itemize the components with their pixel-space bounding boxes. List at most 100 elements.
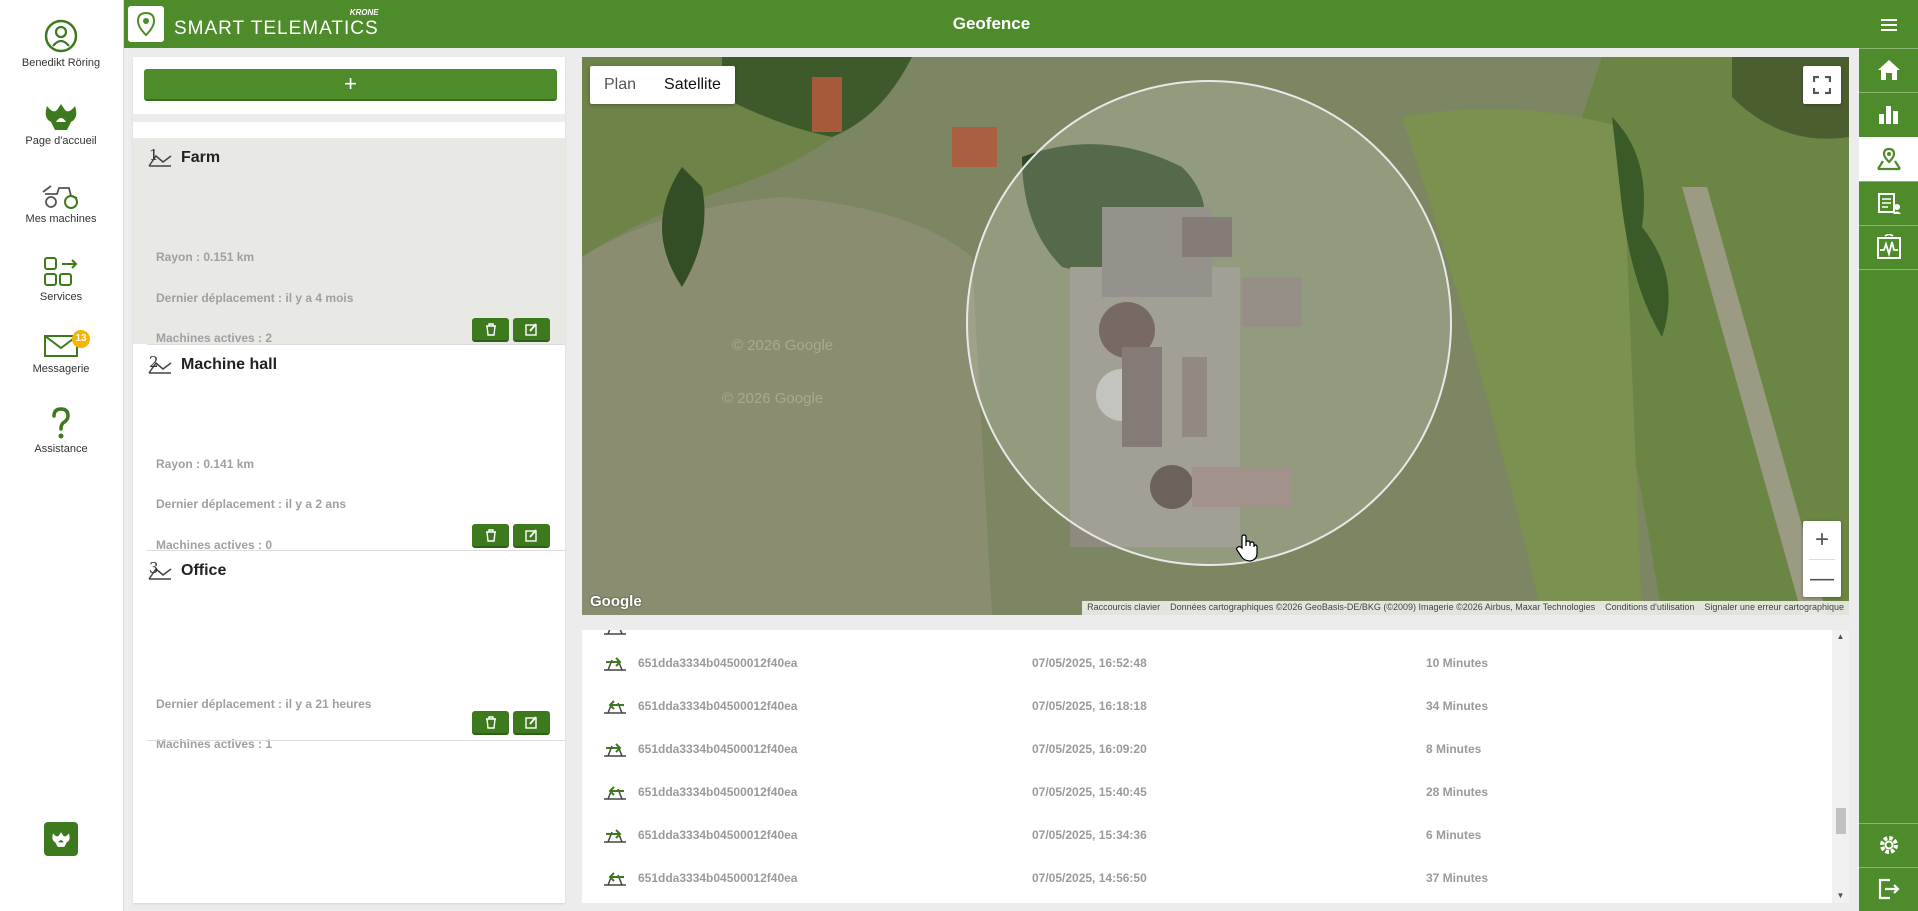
krone-logo-icon [45, 104, 77, 130]
telemetry-icon [1876, 234, 1901, 259]
left-sidebar: Benedikt Röring Page d'accueil Mes machi… [0, 0, 124, 911]
geofence-number: 2 [149, 353, 159, 371]
geofence-actions [472, 524, 550, 548]
exit-arrow-icon [604, 829, 626, 843]
menu-icon [1880, 19, 1897, 31]
event-date: 07/05/2025, 16:52:48 [1032, 656, 1147, 670]
keyboard-shortcuts-link[interactable]: Raccourcis clavier [1082, 601, 1165, 615]
geofence-last-move: Dernier déplacement : il y a 4 mois [156, 291, 354, 305]
sidebar-item-services[interactable]: Services [0, 256, 122, 303]
sidebar-item-label: Page d'accueil [25, 135, 97, 147]
scroll-up-arrow-icon[interactable]: ▲ [1832, 630, 1849, 644]
enter-arrow-icon [604, 700, 626, 714]
scroll-thumb[interactable] [1836, 808, 1846, 834]
statistics-button[interactable] [1859, 92, 1918, 136]
table-row[interactable]: 651dda3334b04500012f40ea 07/05/2025, 16:… [582, 685, 1832, 728]
enter-arrow-icon [604, 786, 626, 800]
hand-cursor-icon [1236, 534, 1258, 562]
google-logo: Google [590, 593, 642, 610]
sidebar-item-user[interactable]: Benedikt Röring [0, 18, 122, 69]
log-scrollbar[interactable]: ▲ ▼ [1832, 630, 1849, 903]
machine-id: 651dda3334b04500012f40ea [638, 785, 798, 799]
table-row[interactable]: 651dda3334b04500012f40ea 07/05/2025, 16:… [582, 642, 1832, 685]
edit-button[interactable] [513, 318, 550, 342]
right-toolbar [1859, 0, 1918, 911]
geofence-item-machine-hall[interactable]: 2 Machine hall Rayon : 0.141 km Dernier … [133, 345, 565, 552]
sidebar-item-assistance[interactable]: Assistance [0, 406, 122, 455]
krone-logo-icon [52, 832, 70, 847]
geofence-number: 3 [149, 559, 159, 577]
event-duration: 8 Minutes [1426, 742, 1482, 756]
map-type-satellite[interactable]: Satellite [650, 66, 735, 104]
trash-icon [485, 322, 496, 336]
terms-link[interactable]: Conditions d'utilisation [1600, 601, 1699, 615]
telemetry-button[interactable] [1859, 225, 1918, 269]
machine-id: 651dda3334b04500012f40ea [638, 656, 798, 670]
logout-icon [1878, 878, 1900, 900]
settings-button[interactable] [1859, 823, 1918, 867]
fullscreen-button[interactable] [1803, 66, 1841, 104]
exit-arrow-icon [604, 657, 626, 671]
exit-arrow-icon [604, 743, 626, 757]
table-row[interactable]: 651dda3334b04500012f40ea 07/05/2025, 15:… [582, 771, 1832, 814]
sidebar-item-label: Assistance [34, 443, 88, 455]
geofence-active-machines: Machines actives : 2 [156, 331, 273, 345]
event-date: 07/05/2025, 15:34:36 [1032, 828, 1147, 842]
tractor-icon [42, 185, 78, 209]
edit-button[interactable] [513, 711, 550, 735]
geofence-actions [472, 711, 550, 735]
geofence-button[interactable] [1859, 137, 1918, 181]
event-date: 07/05/2025, 16:18:18 [1032, 699, 1147, 713]
fullscreen-icon [1813, 76, 1831, 94]
home-button[interactable] [1859, 48, 1918, 92]
geofence-name: Machine hall [181, 356, 278, 373]
trash-icon [485, 528, 496, 542]
event-duration: 6 Minutes [1426, 828, 1482, 842]
geofence-item-farm[interactable]: 1 Farm Rayon : 0.151 km Dernier déplacem… [133, 138, 565, 345]
scroll-down-arrow-icon[interactable]: ▼ [1832, 889, 1849, 903]
sidebar-item-label: Mes machines [25, 213, 97, 225]
edit-icon [525, 715, 537, 729]
sidebar-item-messages[interactable]: 13 Messagerie [0, 330, 122, 375]
enter-arrow-icon [604, 872, 626, 886]
sidebar-item-machines[interactable]: Mes machines [0, 180, 122, 225]
delete-button[interactable] [472, 524, 509, 548]
satellite-map[interactable]: © 2026 Google © 2026 Google Plan Satelli… [582, 57, 1849, 615]
machine-id: 651dda3334b04500012f40ea [638, 828, 798, 842]
services-icon [44, 257, 78, 286]
zoom-out-button[interactable]: — [1803, 560, 1841, 598]
table-row[interactable]: 651dda3334b04500012f40ea 07/05/2025, 15:… [582, 814, 1832, 857]
sidebar-item-home[interactable]: Page d'accueil [0, 100, 122, 147]
table-row[interactable]: 651dda3334b04500012f40ea 07/05/2025, 14:… [582, 857, 1832, 900]
report-button[interactable] [1859, 181, 1918, 225]
geofence-radius: Rayon : 0.141 km [156, 457, 255, 471]
edit-button[interactable] [513, 524, 550, 548]
map-watermark: © 2026 Google [732, 337, 834, 354]
geofence-item-office[interactable]: 3 Office Dernier déplacement : il y a 21… [133, 551, 565, 796]
zoom-in-button[interactable]: + [1803, 521, 1841, 559]
map-watermark: © 2026 Google [722, 390, 824, 407]
sidebar-item-label: Benedikt Röring [21, 57, 101, 69]
logout-button[interactable] [1859, 867, 1918, 911]
add-geofence-button[interactable]: + [144, 69, 557, 101]
krone-logo[interactable] [44, 822, 78, 856]
table-row[interactable]: 651dda3334b04500012f40ea 07/05/2025, 16:… [582, 728, 1832, 771]
report-icon [1877, 193, 1901, 214]
delete-button[interactable] [472, 318, 509, 342]
chart-icon [1878, 106, 1898, 124]
event-duration: 10 Minutes [1426, 656, 1489, 670]
delete-button[interactable] [472, 711, 509, 735]
satellite-imagery [582, 57, 1849, 615]
geofence-actions [472, 318, 550, 342]
geofence-name: Office [181, 562, 227, 579]
map-type-control: Plan Satellite [590, 66, 735, 104]
menu-button[interactable] [1859, 3, 1918, 47]
question-icon [52, 407, 70, 439]
geofence-number: 1 [149, 146, 159, 164]
edit-icon [525, 322, 537, 336]
gear-icon [1879, 836, 1898, 854]
report-error-link[interactable]: Signaler une erreur cartographique [1699, 601, 1849, 615]
geofence-name: Farm [181, 149, 221, 166]
event-duration: 28 Minutes [1426, 785, 1489, 799]
map-type-plan[interactable]: Plan [590, 66, 650, 104]
